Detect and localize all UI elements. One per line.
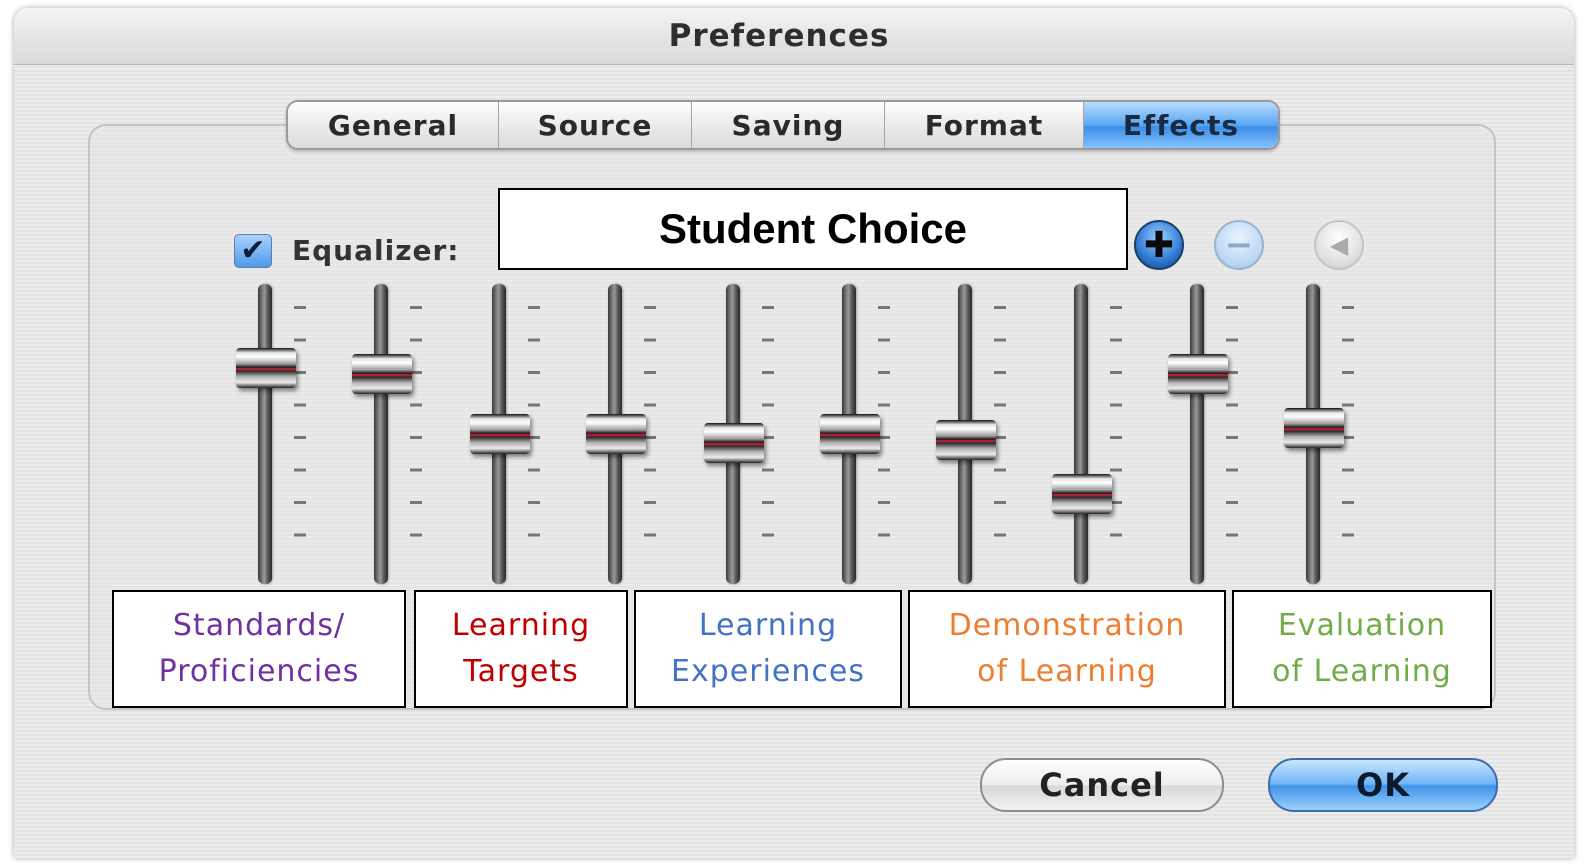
category-text: Evaluation of Learning [1272, 603, 1452, 695]
category-line-2: of Learning [977, 654, 1157, 689]
category-text: Learning Experiences [671, 603, 865, 695]
tab-saving[interactable]: Saving [692, 102, 885, 148]
category-line-2: of Learning [1272, 654, 1452, 689]
category-line-1: Learning [698, 608, 838, 643]
tab-format[interactable]: Format [885, 102, 1084, 148]
eq-band-slider-5[interactable] [704, 284, 774, 590]
slider-thumb[interactable] [586, 414, 646, 454]
category-standards: Standards/Proficiencies [112, 590, 406, 708]
ok-button[interactable]: OK [1268, 758, 1498, 812]
slider-track [1074, 284, 1088, 584]
category-line-2: Proficiencies [158, 654, 360, 689]
preferences-window: Preferences General Source Saving Format… [14, 8, 1574, 858]
slider-thumb[interactable] [1284, 408, 1344, 448]
eq-band-slider-7[interactable] [936, 284, 1006, 590]
title-bar[interactable]: Preferences [14, 8, 1574, 65]
window-title: Preferences [668, 18, 890, 54]
tab-source[interactable]: Source [499, 102, 692, 148]
remove-preset-icon[interactable]: − [1214, 220, 1264, 270]
eq-band-slider-10[interactable] [1284, 284, 1354, 590]
slider-track [258, 284, 272, 584]
category-learning-targets: Learning Targets [414, 590, 628, 708]
category-line-1: Demonstration [948, 608, 1186, 643]
category-text: Learning Targets [452, 603, 590, 695]
eq-band-slider-6[interactable] [820, 284, 890, 590]
slider-thumb[interactable] [820, 414, 880, 454]
tab-bar: General Source Saving Format Effects [286, 100, 1280, 150]
slider-thumb[interactable] [936, 420, 996, 460]
equalizer-label: Equalizer: [292, 234, 460, 267]
slider-thumb[interactable] [236, 348, 296, 388]
speaker-icon[interactable]: ◀ [1314, 220, 1364, 270]
eq-band-slider-4[interactable] [586, 284, 656, 590]
slider-ticks [1110, 306, 1122, 566]
category-demonstration: Demonstration of Learning [908, 590, 1226, 708]
slider-thumb[interactable] [1168, 354, 1228, 394]
eq-band-slider-1[interactable] [236, 284, 306, 590]
category-evaluation: Evaluation of Learning [1232, 590, 1492, 708]
category-line-1: Learning [451, 608, 591, 643]
category-text: Demonstration of Learning [949, 603, 1186, 695]
equalizer-preset-select[interactable]: Student Choice [498, 188, 1128, 270]
tab-general[interactable]: General [288, 102, 499, 148]
slider-ticks [1226, 306, 1238, 566]
slider-thumb[interactable] [470, 414, 530, 454]
slider-ticks [410, 306, 422, 566]
category-text: Standards/Proficiencies [159, 603, 360, 695]
eq-band-slider-9[interactable] [1168, 284, 1238, 590]
add-preset-icon[interactable]: ✚ [1134, 220, 1184, 270]
slider-thumb[interactable] [352, 354, 412, 394]
slider-thumb[interactable] [704, 423, 764, 463]
category-learning-experiences: Learning Experiences [634, 590, 902, 708]
slider-thumb[interactable] [1052, 474, 1112, 514]
category-line-1: Standards/ [172, 608, 346, 643]
eq-band-slider-2[interactable] [352, 284, 422, 590]
equalizer-checkbox[interactable]: ✔ [234, 234, 272, 268]
tab-effects[interactable]: Effects [1084, 102, 1278, 148]
slider-ticks [294, 306, 306, 566]
category-line-2: Targets [463, 654, 579, 689]
eq-band-slider-8[interactable] [1052, 284, 1122, 590]
cancel-button[interactable]: Cancel [980, 758, 1224, 812]
slider-track [374, 284, 388, 584]
slider-track [1190, 284, 1204, 584]
category-line-2: Experiences [671, 654, 865, 689]
category-line-1: Evaluation [1277, 608, 1447, 643]
eq-band-slider-3[interactable] [470, 284, 540, 590]
